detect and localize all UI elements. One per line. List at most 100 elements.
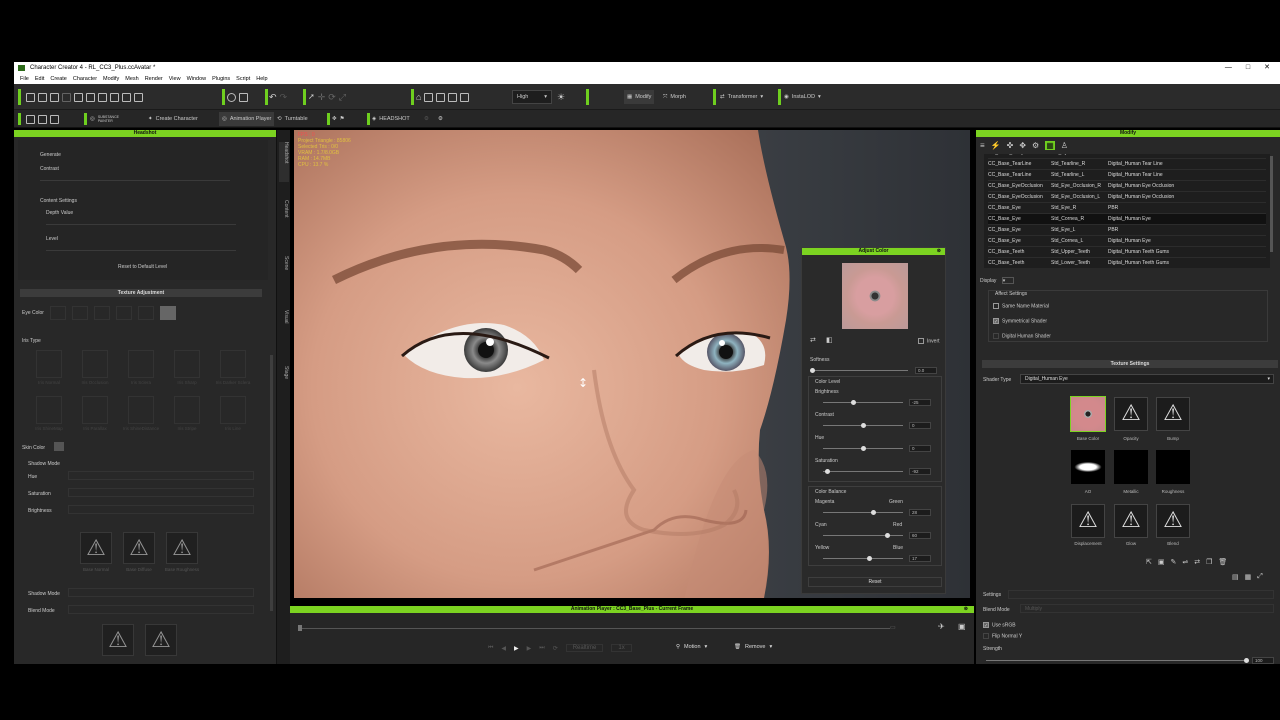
yellow-blue-knob[interactable]	[867, 556, 873, 561]
frame-icon[interactable]	[436, 92, 446, 102]
iris-type-item[interactable]	[82, 396, 108, 424]
tab-pose-icon[interactable]: ✜	[1007, 141, 1014, 150]
turntable-button[interactable]: ⟲ Turntable	[277, 112, 308, 126]
iris-type-item[interactable]	[174, 396, 200, 424]
opacity-slot[interactable]	[1114, 397, 1148, 431]
contrast-knob[interactable]	[861, 423, 866, 428]
iris-type-item[interactable]	[36, 350, 62, 378]
swap-icon[interactable]: ⇄	[810, 336, 816, 344]
ao-slot[interactable]	[1071, 450, 1105, 484]
share-icon[interactable]: ⇌	[1182, 558, 1188, 566]
menu-file[interactable]: File	[20, 74, 29, 84]
yellow-blue-slider[interactable]	[823, 558, 903, 559]
menu-create[interactable]: Create	[50, 74, 67, 84]
substance-button[interactable]: ◎ SUBSTANCE PAINTER	[90, 112, 122, 126]
motion-button[interactable]: ⚲ Motion ▾	[676, 644, 707, 650]
iris-type-item[interactable]	[128, 396, 154, 424]
depth-slider[interactable]	[46, 224, 236, 225]
quality-dropdown[interactable]: High ▾	[512, 90, 552, 104]
animation-player-button[interactable]: ◎ Animation Player	[219, 112, 275, 126]
copy-icon[interactable]: ❐	[1206, 558, 1212, 566]
iris-type-item[interactable]	[220, 350, 246, 378]
blend-slot[interactable]	[102, 624, 134, 656]
close-icon[interactable]: ⊗	[964, 606, 968, 613]
metallic-slot[interactable]	[1114, 450, 1148, 484]
material-row[interactable]: CC_Base_Teeth Std_Lower_Teeth Digital_Huma…	[988, 258, 1266, 268]
frame-field[interactable]: ▭	[890, 624, 896, 631]
tab-attributes-icon[interactable]: ≡	[980, 141, 985, 150]
send-icon[interactable]	[110, 92, 119, 102]
material-list-scrollbar[interactable]	[1270, 156, 1273, 252]
save-icon[interactable]	[50, 92, 59, 102]
left-scrollbar[interactable]	[270, 355, 273, 611]
timeline-track[interactable]	[300, 628, 890, 629]
minimize-button[interactable]: —	[1225, 62, 1232, 74]
material-row[interactable]: CC_Base_Eye Std_Eye_L PBR	[988, 225, 1266, 236]
record-icon[interactable]: ✈	[938, 622, 945, 631]
last-frame-icon[interactable]: ⏭	[539, 645, 544, 652]
headshot-button[interactable]: ◈ HEADSHOT	[372, 112, 410, 126]
undo-icon[interactable]: ↶	[269, 90, 277, 104]
select-icon[interactable]: ➚	[308, 90, 315, 104]
settings-field[interactable]	[1008, 590, 1274, 599]
hue-value[interactable]: 0	[909, 445, 931, 452]
invert-checkbox[interactable]: Invert	[918, 338, 940, 344]
skin-color-swatch[interactable]	[54, 442, 64, 451]
blend-slot[interactable]	[145, 624, 177, 656]
loop-icon[interactable]: ⟳	[553, 645, 558, 652]
eye-color-swatch[interactable]	[94, 306, 110, 320]
settings-icon[interactable]	[239, 92, 248, 102]
softness-slider[interactable]	[812, 370, 908, 371]
menu-render[interactable]: Render	[145, 74, 163, 84]
close-button[interactable]: ✕	[1264, 62, 1270, 74]
display-dropdown[interactable]: ▾	[1001, 277, 1014, 284]
eye-color-swatch[interactable]	[50, 306, 66, 320]
iris-type-item[interactable]	[82, 350, 108, 378]
base-roughness-slot[interactable]	[166, 532, 198, 564]
saturation-knob[interactable]	[825, 469, 830, 474]
material-row[interactable]: CC_Base_Eye Std_Cornea_R Digital_Human Eye	[988, 214, 1266, 225]
hue-knob[interactable]	[861, 446, 866, 451]
tab-material-icon[interactable]: ▦	[1045, 141, 1055, 150]
glow-slot[interactable]	[1114, 504, 1148, 538]
yellow-blue-value[interactable]: 17	[909, 555, 931, 562]
menu-modify[interactable]: Modify	[103, 74, 119, 84]
flag-icon[interactable]: ⚑	[340, 112, 345, 126]
export-icon[interactable]	[74, 92, 83, 102]
blend-mode-field[interactable]	[68, 605, 254, 614]
material-row[interactable]: CC_Base_EyeOcclusion Std_Eye_Occlusion_L D…	[988, 192, 1266, 203]
move-icon[interactable]: ✛	[318, 90, 326, 104]
scale-icon[interactable]: ⤢	[339, 90, 346, 104]
remove-button[interactable]: 🗑 Remove ▾	[734, 644, 772, 650]
eye-color-swatch[interactable]	[138, 306, 154, 320]
tab-headshot[interactable]: Headshot	[279, 142, 289, 182]
morph-button[interactable]: ⤧ Morph	[663, 90, 686, 104]
cyan-red-value[interactable]: 60	[909, 532, 931, 539]
render-icon[interactable]	[134, 92, 143, 102]
roughness-slot[interactable]	[1156, 450, 1190, 484]
new-icon[interactable]	[26, 92, 35, 102]
pose-icon[interactable]: ✥	[332, 112, 337, 126]
transformer-button[interactable]: ⇄ Transformer ▾	[720, 90, 763, 104]
reset-default-level-button[interactable]: Reset to Default Level	[118, 264, 167, 270]
level-slider[interactable]	[46, 250, 236, 251]
grid-view-icon[interactable]: ▤	[1232, 573, 1239, 581]
softness-knob[interactable]	[810, 368, 815, 373]
tab-visual[interactable]: Visual	[279, 310, 289, 324]
instalod-button[interactable]: ◉ InstaLOD ▾	[784, 90, 821, 104]
export-obj-icon[interactable]	[98, 92, 107, 102]
blend-slot[interactable]	[1156, 504, 1190, 538]
magenta-green-slider[interactable]	[823, 512, 903, 513]
realtime-dropdown[interactable]: Realtime	[565, 644, 604, 652]
eye-color-swatch[interactable]	[116, 306, 132, 320]
home-icon[interactable]: ⌂	[416, 90, 421, 104]
menu-character[interactable]: Character	[73, 74, 97, 84]
material-row[interactable]: CC_Base_Teeth Std_Upper_Teeth Digital_Huma…	[988, 247, 1266, 258]
tab-content[interactable]: Content	[279, 200, 289, 218]
redo-icon[interactable]: ↷	[280, 90, 288, 104]
edit-texture-icon[interactable]: ✎	[1171, 558, 1177, 566]
play-icon[interactable]: ▶	[514, 645, 519, 652]
softness-value[interactable]: 0.0	[915, 367, 937, 374]
saturation-value[interactable]: -92	[909, 468, 931, 475]
shadow-mode-field[interactable]	[68, 588, 254, 597]
